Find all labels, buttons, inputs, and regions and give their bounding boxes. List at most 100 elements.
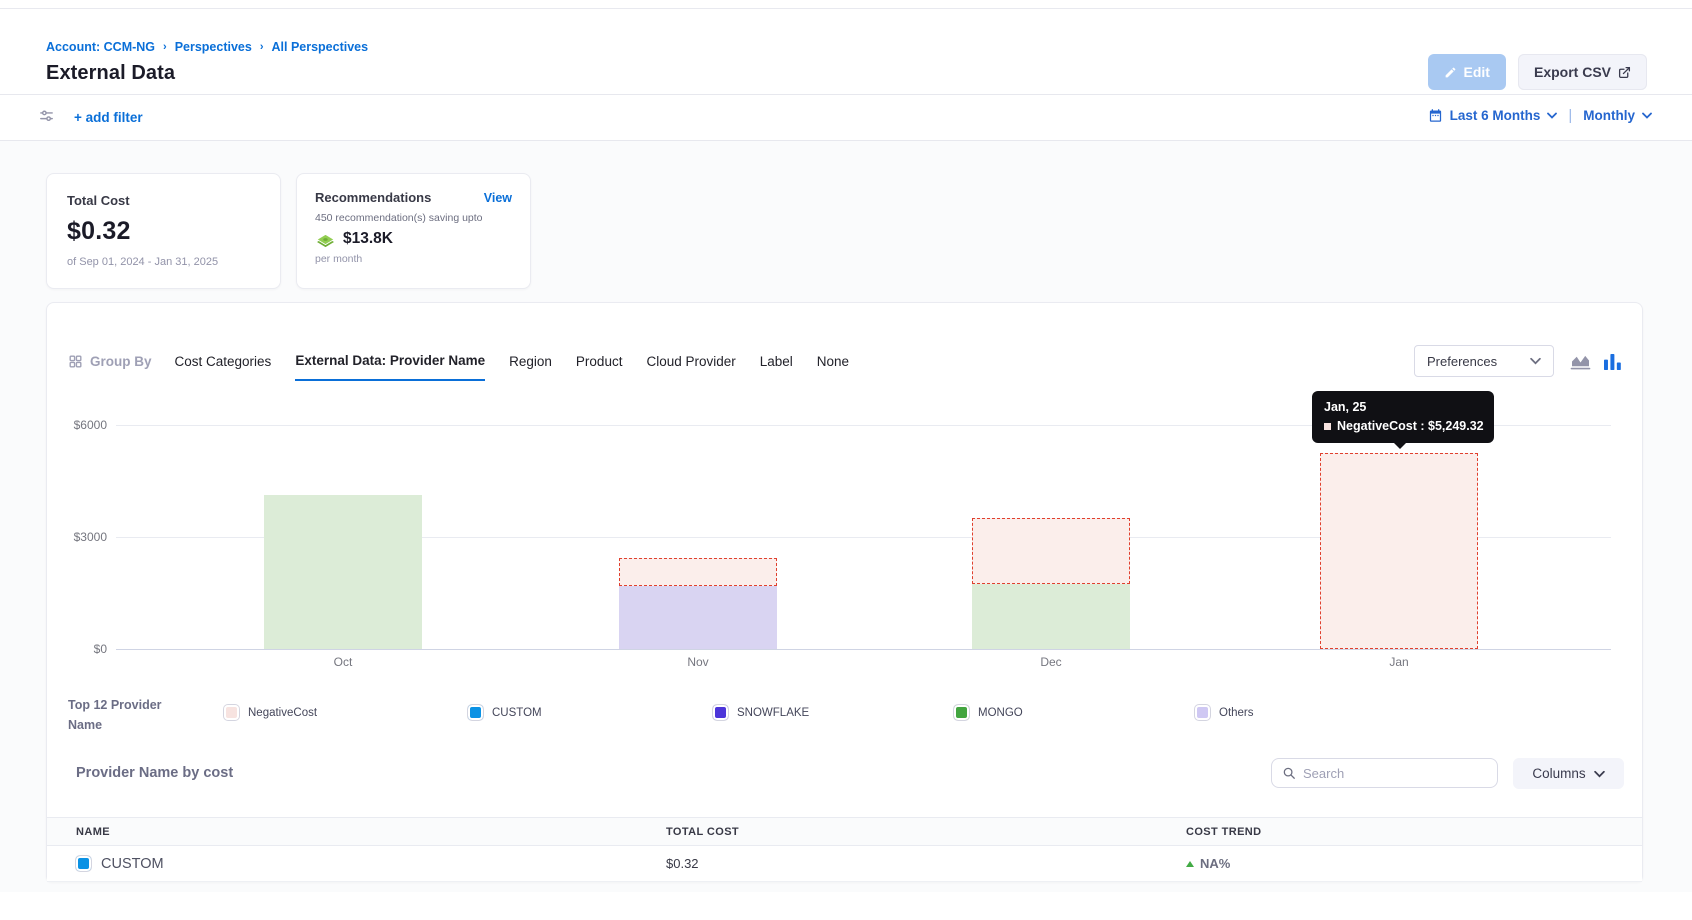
- export-csv-button[interactable]: Export CSV: [1518, 54, 1647, 90]
- recommendations-per-month: per month: [315, 253, 512, 265]
- header-actions: Edit Export CSV: [1428, 54, 1647, 90]
- page-title: External Data: [46, 62, 175, 85]
- legend-item-custom[interactable]: CUSTOM: [468, 705, 542, 720]
- breadcrumb-separator: ›: [163, 41, 167, 53]
- external-link-icon: [1618, 66, 1631, 79]
- y-axis-tick-3000: $3000: [55, 530, 107, 544]
- breadcrumb-all-perspectives[interactable]: All Perspectives: [272, 40, 369, 54]
- row-total-cost-value: $0.32: [666, 856, 1186, 871]
- bar-segment-negativecost-dec[interactable]: [972, 518, 1130, 583]
- column-header-name[interactable]: NAME: [76, 826, 666, 838]
- groupby-label-text: Group By: [90, 354, 152, 369]
- perspective-page: Account: CCM-NG › Perspectives › All Per…: [0, 0, 1692, 920]
- groupby-row: Group By Cost Categories External Data: …: [68, 343, 1622, 379]
- filter-sliders-icon[interactable]: [38, 108, 55, 125]
- legend-swatch: [468, 705, 483, 720]
- legend-item-others[interactable]: Others: [1195, 705, 1254, 720]
- table-toolbar: Provider Name by cost Columns: [47, 755, 1642, 795]
- row-color-swatch: [76, 856, 91, 871]
- preferences-dropdown[interactable]: Preferences: [1414, 345, 1554, 377]
- x-axis-label-nov: Nov: [658, 655, 738, 669]
- tab-label[interactable]: Label: [760, 354, 793, 380]
- column-header-total-cost[interactable]: TOTAL COST: [666, 826, 1186, 838]
- column-header-cost-trend[interactable]: COST TREND: [1186, 826, 1642, 838]
- legend-swatch: [954, 705, 969, 720]
- add-filter-button[interactable]: + add filter: [74, 110, 143, 125]
- tab-cloud-provider[interactable]: Cloud Provider: [646, 354, 735, 380]
- table-header-row: NAME TOTAL COST COST TREND: [47, 817, 1642, 846]
- breadcrumb-account[interactable]: Account: CCM-NG: [46, 40, 155, 54]
- breadcrumb-perspectives[interactable]: Perspectives: [175, 40, 252, 54]
- x-axis-labels: Oct Nov Dec Jan: [116, 655, 1611, 671]
- legend-item-snowflake[interactable]: SNOWFLAKE: [713, 705, 809, 720]
- money-icon: [315, 231, 336, 248]
- chart-type-toggles: [1570, 353, 1622, 370]
- recommendations-count-text: 450 recommendation(s) saving upto: [315, 212, 512, 224]
- search-box[interactable]: [1271, 758, 1498, 788]
- legend-item-mongo[interactable]: MONGO: [954, 705, 1023, 720]
- chevron-down-icon[interactable]: [1547, 112, 1557, 119]
- tooltip-arrow: [1393, 442, 1407, 449]
- columns-button-label: Columns: [1532, 766, 1585, 781]
- content-area: Total Cost $0.32 of Sep 01, 2024 - Jan 3…: [0, 141, 1692, 892]
- breadcrumb-separator: ›: [260, 41, 264, 53]
- legend-item-negativecost[interactable]: NegativeCost: [224, 705, 317, 720]
- tab-none[interactable]: None: [817, 354, 849, 380]
- plot-area: [116, 425, 1611, 649]
- trend-up-icon: [1186, 861, 1194, 867]
- pencil-icon: [1444, 66, 1457, 79]
- filter-bar: + add filter Last 6 Months | Monthly: [0, 95, 1692, 140]
- bar-segment-mongo-oct[interactable]: [264, 495, 422, 649]
- perspective-main-card: Group By Cost Categories External Data: …: [46, 302, 1643, 882]
- edit-button[interactable]: Edit: [1428, 54, 1506, 90]
- groupby-label: Group By: [68, 354, 152, 369]
- total-cost-label: Total Cost: [67, 193, 260, 208]
- x-axis-line: [116, 649, 1611, 650]
- time-range-dropdown[interactable]: Last 6 Months: [1450, 108, 1541, 123]
- y-axis-tick-0: $0: [55, 642, 107, 656]
- bar-segment-snowflake-nov[interactable]: [619, 586, 777, 649]
- table-row[interactable]: CUSTOM $0.32 NA%: [47, 846, 1642, 882]
- time-separator: |: [1568, 107, 1572, 124]
- chevron-down-icon[interactable]: [1642, 112, 1652, 119]
- groupby-tabs: Cost Categories External Data: Provider …: [175, 353, 850, 370]
- x-axis-label-jan: Jan: [1359, 655, 1439, 669]
- bar-segment-negativecost-jan[interactable]: [1320, 453, 1478, 649]
- row-name-value: CUSTOM: [101, 856, 164, 872]
- tooltip-title: Jan, 25: [1324, 400, 1482, 414]
- calendar-icon: [1428, 108, 1443, 123]
- tab-product[interactable]: Product: [576, 354, 623, 380]
- recommendations-label: Recommendations: [315, 190, 431, 205]
- chart-legend: Top 12 Provider Name NegativeCost CUSTOM…: [68, 691, 1618, 743]
- tooltip-series-bullet: [1324, 423, 1331, 430]
- page-header: Account: CCM-NG › Perspectives › All Per…: [0, 9, 1692, 94]
- x-axis-label-dec: Dec: [1011, 655, 1091, 669]
- search-icon: [1282, 766, 1296, 780]
- recommendations-view-link[interactable]: View: [484, 191, 512, 205]
- bar-segment-mongo-dec[interactable]: [972, 584, 1130, 649]
- total-cost-period: of Sep 01, 2024 - Jan 31, 2025: [67, 256, 260, 268]
- legend-swatch: [224, 705, 239, 720]
- time-controls: Last 6 Months | Monthly: [1428, 107, 1652, 124]
- tooltip-value: NegativeCost : $5,249.32: [1337, 419, 1484, 433]
- row-cost-trend: NA%: [1186, 856, 1642, 871]
- chart-tooltip: Jan, 25 NegativeCost : $5,249.32: [1312, 391, 1494, 443]
- granularity-dropdown[interactable]: Monthly: [1583, 108, 1635, 123]
- recommendations-card: Recommendations View 450 recommendation(…: [296, 173, 531, 289]
- recommendations-amount: $13.8K: [343, 230, 393, 248]
- columns-button[interactable]: Columns: [1513, 758, 1624, 789]
- table-title: Provider Name by cost: [76, 765, 233, 781]
- bar-segment-negativecost-nov[interactable]: [619, 558, 777, 585]
- export-csv-label: Export CSV: [1534, 64, 1611, 80]
- tab-region[interactable]: Region: [509, 354, 552, 380]
- chevron-down-icon: [1530, 357, 1541, 365]
- tab-cost-categories[interactable]: Cost Categories: [175, 354, 272, 380]
- search-input[interactable]: [1303, 766, 1487, 781]
- legend-title: Top 12 Provider Name: [68, 695, 178, 735]
- total-cost-value: $0.32: [67, 217, 260, 246]
- x-axis-label-oct: Oct: [303, 655, 383, 669]
- trend-value: NA%: [1200, 856, 1230, 871]
- bar-chart-icon[interactable]: [1603, 353, 1622, 370]
- tab-external-data-provider-name[interactable]: External Data: Provider Name: [295, 353, 485, 381]
- area-chart-icon[interactable]: [1570, 353, 1591, 370]
